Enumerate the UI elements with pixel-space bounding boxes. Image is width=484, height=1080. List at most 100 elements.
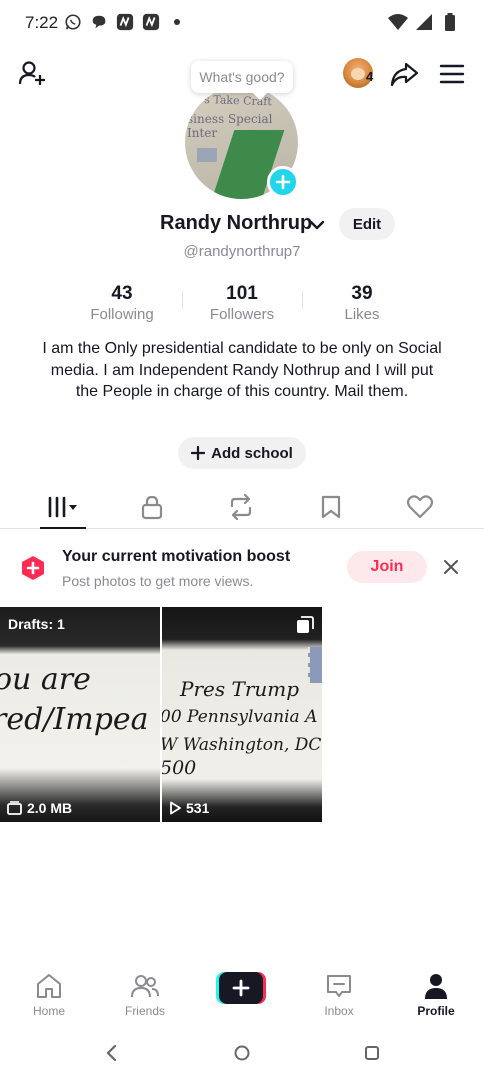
username: @randynorthrup7 [183,243,301,260]
grid-view-icon [48,496,77,518]
view-count-label: 531 [169,800,209,816]
stat-followers[interactable]: 101 Followers [182,283,302,325]
add-school-button[interactable]: Add school [178,437,306,469]
drafts-badge: Drafts: 1 [8,616,65,632]
bottom-navigation: Home Friends Inbox Profile [0,964,484,1024]
notification-icons [63,12,187,32]
profile-content-tabs [0,485,484,529]
profile-bio: I am the Only presidential candidate to … [42,340,442,400]
tab-liked[interactable] [398,491,442,523]
stat-value: 43 [111,283,133,304]
share-arrow-icon [390,62,419,87]
promo-title: Your current motivation boost [62,548,291,565]
friends-icon [131,975,159,998]
profile-stats: 43 Following 101 Followers 39 Likes [62,283,422,325]
nav-label: Home [32,1004,65,1018]
status-time: 7:22 [25,13,59,32]
chevron-down-icon[interactable] [308,216,326,234]
profile-name-row: Randy Northrup Edit [0,208,484,240]
home-circle-icon [234,1045,250,1061]
video-tile[interactable]: Pres Trump 00 Pennsylvania A W Washingto… [162,607,322,822]
add-story-button[interactable] [267,166,299,198]
home-icon [37,974,61,998]
multi-photo-icon [296,616,314,639]
heart-icon [406,495,434,519]
add-user-icon [18,61,45,85]
edit-profile-button[interactable]: Edit [339,208,395,240]
status-bar: 7:22 [0,0,484,46]
tab-videos[interactable] [40,491,86,523]
display-name[interactable]: Randy Northrup [160,212,312,235]
stat-label: Following [90,306,154,323]
battery-icon [440,12,460,32]
thumbnail-text: Pres Trump [180,677,300,701]
nav-inbox[interactable]: Inbox [301,972,377,1022]
stat-value: 39 [351,283,373,304]
profile-icon [425,974,447,999]
tab-private[interactable] [130,491,174,523]
plus-icon [275,174,291,190]
draft-size-label: 2.0 MB [7,800,72,816]
nav-home[interactable]: Home [11,972,87,1022]
thumbnail-text: red/Impea [0,702,149,737]
thumbnail-text: ou are [0,662,91,697]
postage-stamp [308,647,322,683]
plus-icon [219,972,263,1004]
app-notification-icon [141,12,161,32]
share-profile-button[interactable] [386,56,422,92]
whatsapp-icon [63,12,83,32]
nav-label: Friends [124,1004,165,1018]
system-navigation-bar [0,1032,484,1072]
thumbnail-text: 500 [162,757,197,779]
hamburger-menu-icon [439,64,465,84]
recents-button[interactable] [361,1042,383,1064]
stat-likes[interactable]: 39 Likes [302,283,422,325]
recents-square-icon [365,1046,379,1060]
motivation-boost-banner: Your current motivation boost Post photo… [0,536,484,600]
chat-bubble-icon [89,12,109,32]
nav-friends[interactable]: Friends [107,972,183,1022]
back-chevron-icon [106,1044,117,1062]
account-notification-count: 4 [366,69,374,84]
plus-icon [191,446,206,460]
app-notification-icon [115,12,135,32]
draft-size: 2.0 MB [27,800,73,816]
stat-label: Followers [209,306,275,323]
stat-value: 101 [226,283,258,304]
add-friend-button[interactable] [14,56,50,92]
promo-subtitle: Post photos to get more views. [62,573,254,589]
menu-button[interactable] [434,56,470,92]
wifi-icon [388,12,408,32]
video-grid: ou are red/Impea Drafts: 1 2.0 MB Pres T… [0,607,484,822]
thumbnail-text: W Washington, DC [162,735,322,755]
view-count: 531 [186,800,210,816]
create-button[interactable] [216,972,266,1004]
home-system-button[interactable] [231,1042,253,1064]
play-icon [170,801,181,815]
more-notifications-dot-icon [167,12,187,32]
repost-icon [230,494,252,520]
drafts-tile[interactable]: ou are red/Impea Drafts: 1 2.0 MB [0,607,160,822]
lock-icon [141,495,163,520]
active-tab-indicator [40,527,86,529]
join-button[interactable]: Join [347,551,427,583]
storage-icon [7,801,22,815]
system-status-icons [388,12,460,32]
nav-label: Inbox [324,1004,354,1018]
tab-reposts[interactable] [219,491,263,523]
thumbnail-text: 00 Pennsylvania A [162,707,318,727]
nav-profile[interactable]: Profile [398,972,474,1022]
inbox-icon [327,975,351,997]
bookmark-icon [321,495,341,519]
stat-label: Likes [344,306,380,323]
tab-favorites[interactable] [309,491,353,523]
cell-signal-icon [414,12,434,32]
status-tooltip[interactable]: What's good? [191,61,293,93]
back-button[interactable] [100,1042,122,1064]
nav-label: Profile [417,1004,455,1018]
boost-icon [19,554,47,582]
add-school-label: Add school [211,444,293,462]
stat-following[interactable]: 43 Following [62,283,182,325]
close-icon[interactable] [440,556,462,578]
avatar-face-icon [351,68,365,80]
